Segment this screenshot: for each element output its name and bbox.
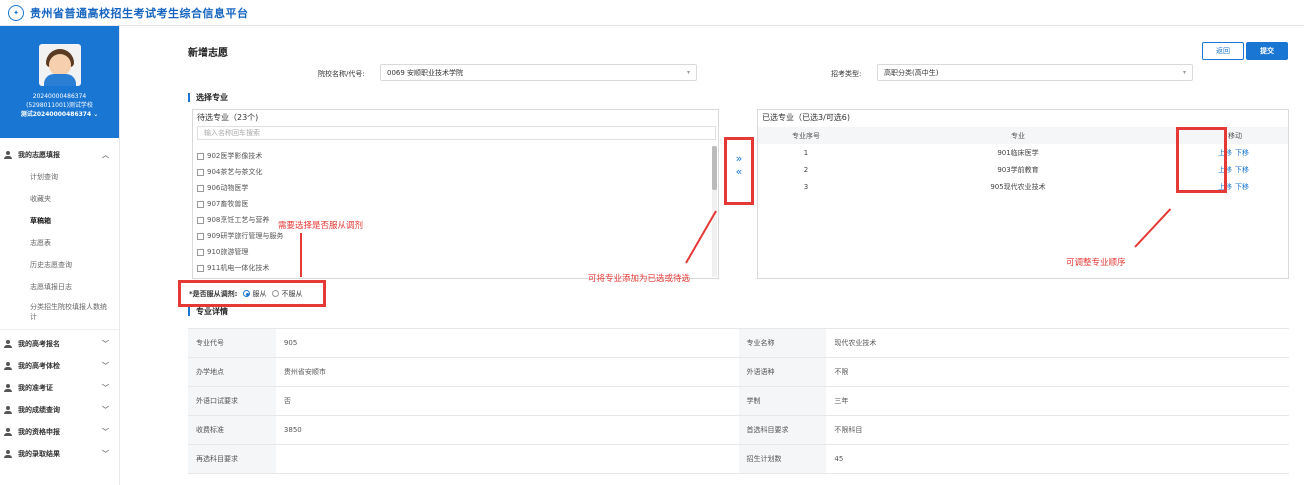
chevron-down-icon: ﹀ — [102, 362, 109, 370]
add-arrow-icon[interactable]: » — [736, 152, 743, 165]
radio-unchecked[interactable] — [272, 290, 280, 297]
pending-majors-panel: 待选专业（23个) 902医学影像技术 904茶艺与茶文化 906动物医学 90… — [192, 109, 719, 279]
back-button[interactable]: 返回 — [1202, 42, 1244, 60]
person-icon — [4, 450, 12, 458]
menu-divider — [0, 329, 119, 330]
person-icon — [4, 428, 12, 436]
table-row: 办学地点 贵州省安顺市 外语语种 不限 — [188, 358, 1289, 387]
checkbox[interactable] — [197, 264, 204, 272]
selected-title: 已选专业（已选3/可选6) — [762, 112, 850, 122]
remove-arrow-icon[interactable]: « — [736, 165, 743, 178]
transfer-buttons-box: » « — [724, 137, 754, 205]
annotation-arrow-obey — [300, 233, 302, 277]
person-icon — [4, 151, 12, 159]
annotation-transfer-hint: 可将专业添加为已选或待选 — [588, 274, 691, 284]
page-title: 新增志愿 — [188, 48, 228, 59]
major-search-input[interactable] — [197, 126, 716, 140]
chevron-up-icon: ︿ — [102, 151, 109, 159]
table-row: 收费标准 3850 首选科目要求 不限科目 — [188, 416, 1289, 445]
scroll-thumb[interactable] — [712, 146, 717, 190]
menu-group-qualification[interactable]: 我的资格申报 ﹀ — [0, 421, 119, 443]
move-down-link[interactable]: 下移 — [1235, 183, 1249, 191]
menu-item-log[interactable]: 志愿填报日志 — [0, 276, 119, 298]
menu-group-admission-ticket[interactable]: 我的准考证 ﹀ — [0, 377, 119, 399]
person-icon — [4, 406, 12, 414]
caret-down-icon: ▾ — [686, 69, 690, 76]
person-icon — [4, 362, 12, 370]
menu-group-volunteer[interactable]: 我的志愿填报 ︿ — [0, 144, 119, 166]
menu-group-registration[interactable]: 我的高考报名 ﹀ — [0, 333, 119, 355]
profile-id: 20240000486374 — [32, 93, 87, 100]
menu-item-plan-query[interactable]: 计划查询 — [0, 166, 119, 188]
obey-label: *是否服从调剂: — [189, 289, 238, 298]
list-item[interactable]: 906动物医学 — [197, 180, 707, 196]
chevron-down-icon: ﹀ — [102, 340, 109, 348]
list-item[interactable]: 910旅游管理 — [197, 244, 707, 260]
table-row: 再选科目要求 招生计划数 45 — [188, 445, 1289, 474]
checkbox[interactable] — [197, 168, 204, 176]
top-header: ✦ 贵州省普通高校招生考试考生综合信息平台 — [0, 0, 1304, 26]
person-icon — [4, 384, 12, 392]
select-major-section-title: 选择专业 — [188, 93, 228, 102]
radio-checked[interactable] — [243, 290, 251, 297]
detail-section-title: 专业详情 — [188, 307, 228, 316]
main-content: 新增志愿 返回 提交 院校名称/代号: 0069 安顺职业技术学院 ▾ 招考类型… — [120, 26, 1304, 485]
selected-majors-panel: 已选专业（已选3/可选6) 专业序号 专业 移动 1 901临床医学 上移 下移 … — [757, 109, 1289, 279]
type-select[interactable]: 高职分类(高中生) ▾ — [877, 64, 1193, 81]
obey-yes-option[interactable]: 服从 — [243, 289, 266, 299]
pending-title: 待选专业（23个) — [197, 112, 259, 122]
pending-list: 902医学影像技术 904茶艺与茶文化 906动物医学 907畜牧兽医 908烹… — [197, 148, 707, 276]
table-row: 专业代号 905 专业名称 现代农业技术 — [188, 329, 1289, 358]
menu-item-volunteer-table[interactable]: 志愿表 — [0, 232, 119, 254]
major-detail-table: 专业代号 905 专业名称 现代农业技术 办学地点 贵州省安顺市 外语语种 不限 外语口… — [188, 328, 1289, 474]
graduation-logo-icon: ✦ — [8, 4, 24, 21]
obey-adjustment-box: *是否服从调剂: 服从 不服从 — [178, 280, 326, 307]
checkbox[interactable] — [197, 216, 204, 224]
school-select[interactable]: 0069 安顺职业技术学院 ▾ — [380, 64, 697, 81]
menu-item-stats[interactable]: 分类招生院校填报人数统计 — [0, 298, 119, 326]
checkbox[interactable] — [197, 152, 204, 160]
chevron-down-icon: ﹀ — [102, 428, 109, 436]
avatar — [38, 44, 81, 86]
school-label: 院校名称/代号: — [318, 70, 365, 78]
chevron-down-icon: ﹀ — [102, 450, 109, 458]
list-item[interactable]: 902医学影像技术 — [197, 148, 707, 164]
annotation-order-hint: 可调整专业顺序 — [1066, 258, 1126, 268]
list-item[interactable]: 909研学旅行管理与服务 — [197, 228, 707, 244]
profile-card: 20240000486374 (5298011001)测试学校 测试202400… — [0, 26, 119, 138]
table-row: 外语口试要求否 学制 三年 — [188, 387, 1289, 416]
profile-school: (5298011001)测试学校 — [26, 102, 93, 109]
checkbox[interactable] — [197, 184, 204, 192]
sidebar-menu: 我的志愿填报 ︿ 计划查询 收藏夹 草稿箱 志愿表 历史志愿查询 志愿填报日志 … — [0, 138, 119, 465]
menu-group-scores[interactable]: 我的成绩查询 ﹀ — [0, 399, 119, 421]
chevron-down-icon: ﹀ — [102, 384, 109, 392]
annotation-obey-hint: 需要选择是否服从调剂 — [278, 221, 364, 231]
menu-group-results[interactable]: 我的录取结果 ﹀ — [0, 443, 119, 465]
checkbox[interactable] — [197, 248, 204, 256]
menu-item-drafts[interactable]: 草稿箱 — [0, 210, 119, 232]
checkbox[interactable] — [197, 200, 204, 208]
move-down-link[interactable]: 下移 — [1235, 149, 1249, 157]
type-label: 招考类型: — [831, 70, 862, 78]
move-column-highlight — [1176, 127, 1227, 193]
list-item[interactable]: 904茶艺与茶文化 — [197, 164, 707, 180]
list-item[interactable]: 908烹饪工艺与营养 — [197, 212, 707, 228]
chevron-down-icon: ﹀ — [102, 406, 109, 414]
submit-button[interactable]: 提交 — [1246, 42, 1288, 60]
sidebar: 20240000486374 (5298011001)测试学校 测试202400… — [0, 26, 120, 485]
menu-item-favorites[interactable]: 收藏夹 — [0, 188, 119, 210]
profile-name-dropdown[interactable]: 测试20240000486374 ⌄ — [21, 110, 99, 119]
move-down-link[interactable]: 下移 — [1235, 166, 1249, 174]
list-item[interactable]: 907畜牧兽医 — [197, 196, 707, 212]
menu-item-history-query[interactable]: 历史志愿查询 — [0, 254, 119, 276]
person-icon — [4, 340, 12, 348]
checkbox[interactable] — [197, 232, 204, 240]
obey-no-option[interactable]: 不服从 — [272, 289, 302, 299]
caret-down-icon: ▾ — [1182, 69, 1186, 76]
menu-group-physical[interactable]: 我的高考体检 ﹀ — [0, 355, 119, 377]
site-title: 贵州省普通高校招生考试考生综合信息平台 — [30, 6, 249, 20]
